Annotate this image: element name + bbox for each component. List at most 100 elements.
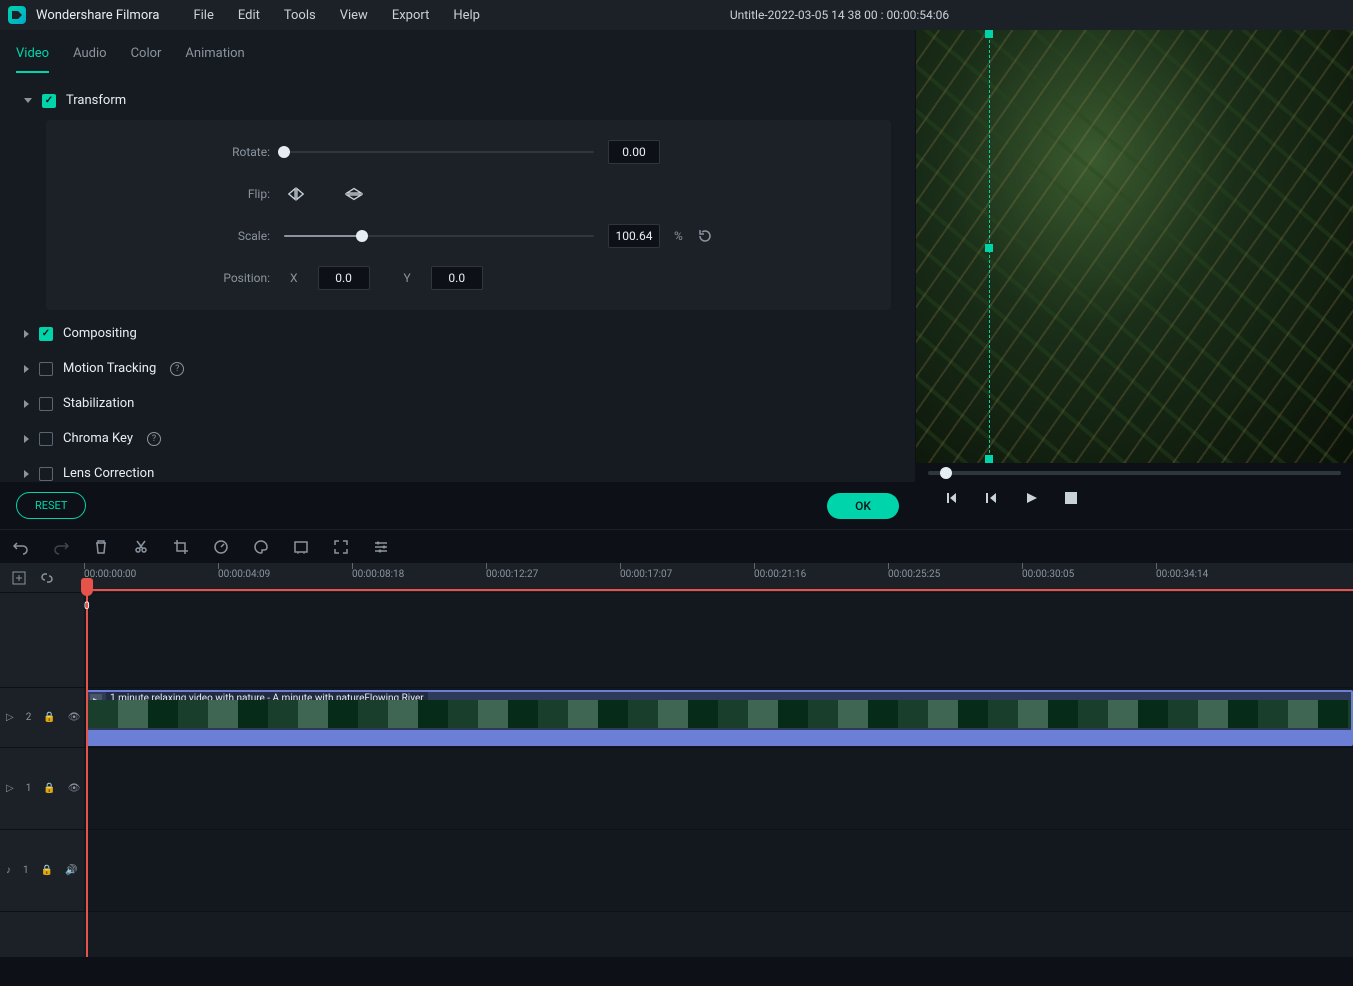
position-x-label: X (290, 271, 298, 285)
position-y-input[interactable] (431, 266, 483, 290)
section-stab-header[interactable]: Stabilization (24, 388, 891, 419)
chroma-checkbox[interactable] (39, 432, 53, 446)
playhead[interactable] (86, 578, 88, 957)
green-screen-icon[interactable] (292, 538, 310, 556)
cut-icon[interactable] (132, 538, 150, 556)
eye-icon[interactable]: 👁 (68, 783, 81, 794)
ruler-tick: 00:00:34:14 (1156, 563, 1208, 580)
tab-video[interactable]: Video (16, 40, 49, 73)
crop-handle-mid[interactable] (985, 244, 993, 252)
ok-button[interactable]: OK (827, 493, 899, 519)
scale-reset-icon[interactable] (697, 228, 713, 244)
speaker-icon[interactable]: 🔊 (65, 865, 77, 876)
play-icon[interactable] (1022, 489, 1040, 507)
caret-right-icon (24, 470, 29, 478)
rotate-slider[interactable] (284, 151, 594, 153)
crop-icon[interactable] (172, 538, 190, 556)
audio-track-icon: ♪ (6, 865, 11, 876)
preview-canvas[interactable] (916, 30, 1353, 463)
timeline-toolbar (0, 529, 1353, 563)
redo-icon[interactable] (52, 538, 70, 556)
flip-vertical-icon[interactable] (342, 182, 366, 206)
scale-unit: % (674, 229, 683, 243)
section-lens-header[interactable]: Lens Correction (24, 458, 891, 482)
project-title: Untitle-2022-03-05 14 38 00 : 00:00:54:0… (730, 8, 949, 22)
menu-help[interactable]: Help (443, 4, 490, 27)
scale-input[interactable] (608, 224, 660, 248)
chroma-title: Chroma Key (63, 431, 133, 446)
stop-icon[interactable] (1062, 489, 1080, 507)
undo-icon[interactable] (12, 538, 30, 556)
video-track-icon: ▷ (6, 712, 14, 723)
lens-title: Lens Correction (63, 466, 154, 481)
track-v1-header[interactable]: ▷1 🔒 👁 (0, 748, 84, 830)
playhead-label: 0 (84, 601, 90, 612)
video-clip[interactable]: ▸ 1 minute relaxing video with nature - … (86, 690, 1353, 746)
crop-handle-top[interactable] (985, 30, 993, 38)
info-icon[interactable]: ? (147, 432, 161, 446)
caret-right-icon (24, 365, 29, 373)
flip-horizontal-icon[interactable] (284, 182, 308, 206)
video-track-icon: ▷ (6, 783, 14, 794)
prev-frame-icon[interactable] (942, 489, 960, 507)
link-icon[interactable] (38, 569, 56, 587)
caret-right-icon (24, 330, 29, 338)
track-v2-header[interactable]: ▷2 🔒 👁 (0, 688, 84, 748)
scale-label: Scale: (70, 229, 270, 243)
position-label: Position: (70, 271, 270, 285)
transform-title: Transform (66, 93, 126, 108)
stab-checkbox[interactable] (39, 397, 53, 411)
app-logo-icon (8, 6, 26, 24)
menu-export[interactable]: Export (382, 4, 440, 27)
ruler-tick: 00:00:17:07 (620, 563, 672, 580)
scrubber-thumb[interactable] (940, 467, 952, 479)
tab-color[interactable]: Color (131, 40, 162, 73)
tab-animation[interactable]: Animation (185, 40, 244, 73)
info-icon[interactable]: ? (170, 362, 184, 376)
track-a1-header[interactable]: ♪1 🔒 🔊 (0, 830, 84, 912)
scale-slider[interactable] (284, 235, 594, 237)
lens-checkbox[interactable] (39, 467, 53, 481)
rotate-input[interactable] (608, 140, 660, 164)
titlebar: Wondershare Filmora File Edit Tools View… (0, 0, 1353, 30)
position-x-input[interactable] (318, 266, 370, 290)
lock-icon[interactable]: 🔒 (43, 712, 55, 723)
delete-icon[interactable] (92, 538, 110, 556)
section-transform-header[interactable]: Transform (24, 85, 891, 116)
tab-audio[interactable]: Audio (73, 40, 106, 73)
timeline: 00:00:00:0000:00:04:0900:00:08:1800:00:1… (0, 563, 1353, 957)
rotate-label: Rotate: (70, 145, 270, 159)
speed-icon[interactable] (212, 538, 230, 556)
settings-icon[interactable] (372, 538, 390, 556)
app-title: Wondershare Filmora (36, 8, 159, 23)
motion-checkbox[interactable] (39, 362, 53, 376)
menu-view[interactable]: View (330, 4, 378, 27)
section-chroma-header[interactable]: Chroma Key ? (24, 423, 891, 454)
section-compositing-header[interactable]: Compositing (24, 318, 891, 349)
ruler-tick: 00:00:25:25 (888, 563, 940, 580)
lock-icon[interactable]: 🔒 (41, 865, 53, 876)
section-stabilization: Stabilization (24, 388, 891, 419)
eye-icon[interactable]: 👁 (68, 712, 81, 723)
preview-scrubber[interactable] (928, 471, 1341, 475)
transform-checkbox[interactable] (42, 94, 56, 108)
reset-button[interactable]: RESET (16, 492, 86, 519)
caret-right-icon (24, 435, 29, 443)
section-compositing: Compositing (24, 318, 891, 349)
menu-tools[interactable]: Tools (274, 4, 326, 27)
preview-panel (916, 30, 1353, 529)
crop-handle-bottom[interactable] (985, 455, 993, 463)
section-motion-header[interactable]: Motion Tracking ? (24, 353, 891, 384)
step-back-icon[interactable] (982, 489, 1000, 507)
menu-file[interactable]: File (183, 4, 223, 27)
menu-edit[interactable]: Edit (228, 4, 270, 27)
timeline-ruler[interactable]: 00:00:00:0000:00:04:0900:00:08:1800:00:1… (84, 563, 1353, 592)
lock-icon[interactable]: 🔒 (43, 783, 55, 794)
add-track-icon[interactable] (10, 569, 28, 587)
compositing-checkbox[interactable] (39, 327, 53, 341)
ruler-tick: 00:00:08:18 (352, 563, 404, 580)
color-icon[interactable] (252, 538, 270, 556)
expand-icon[interactable] (332, 538, 350, 556)
property-tabs: Video Audio Color Animation (0, 30, 915, 73)
caret-down-icon (24, 98, 32, 103)
